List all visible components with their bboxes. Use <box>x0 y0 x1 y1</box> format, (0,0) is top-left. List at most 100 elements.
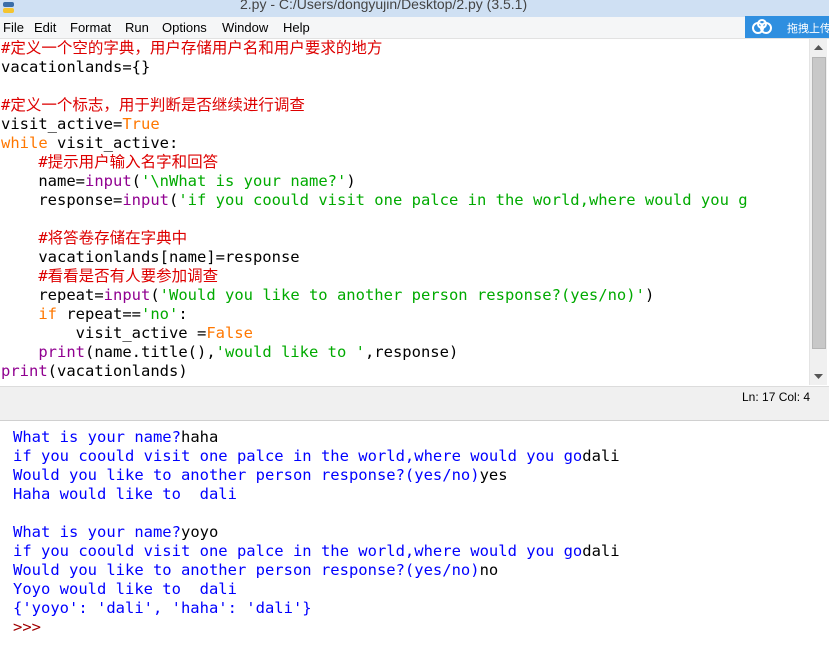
shell-token: What is your name? <box>13 428 181 446</box>
cloud-upload-widget[interactable]: 拖拽上传 <box>745 16 829 38</box>
code-token: ) <box>644 286 655 304</box>
code-line: repeat=input('Would you like to another … <box>1 286 654 305</box>
code-token: ,response) <box>364 343 459 361</box>
code-line: #提示用户输入名字和回答 <box>1 153 218 172</box>
code-token: (name.title(), <box>85 343 216 361</box>
cloud-upload-icon <box>752 19 772 34</box>
code-editor[interactable]: #定义一个空的字典，用户存储用户名和用户要求的地方 vacationlands={… <box>0 39 809 385</box>
shell-token: dali <box>582 447 620 465</box>
code-line: if repeat=='no': <box>1 305 188 324</box>
code-line: name=input('\nWhat is your name?') <box>1 172 355 191</box>
shell-token: Would you like to another person respons… <box>13 561 480 579</box>
code-token: #看看是否有人要参加调查 <box>38 267 219 285</box>
shell-token: Yoyo would like to dali <box>13 580 237 598</box>
scroll-down-icon[interactable] <box>810 368 827 385</box>
shell-line: What is your name?yoyo <box>13 523 218 542</box>
scroll-up-icon[interactable] <box>810 39 827 56</box>
code-token: '\nWhat is your name?' <box>141 172 347 190</box>
shell-output[interactable]: What is your name?haha if you coould visi… <box>0 421 829 671</box>
shell-line: >>> <box>13 618 50 637</box>
code-token: #提示用户输入名字和回答 <box>38 153 219 171</box>
code-token: input <box>122 191 169 209</box>
code-token: #将答卷存储在字典中 <box>38 229 188 247</box>
menu-format[interactable]: Format <box>70 20 111 35</box>
menu-options[interactable]: Options <box>162 20 207 35</box>
shell-token: yes <box>479 466 508 484</box>
python-icon <box>3 2 14 13</box>
code-token: False <box>206 324 253 342</box>
code-token: 'would like to ' <box>215 343 365 361</box>
cloud-upload-label: 拖拽上传 <box>787 22 829 35</box>
code-token: while <box>1 134 48 152</box>
menu-edit[interactable]: Edit <box>34 20 56 35</box>
menu-run[interactable]: Run <box>125 20 149 35</box>
code-token: if <box>38 305 57 323</box>
code-line: #定义一个标志，用于判断是否继续进行调查 <box>1 96 305 115</box>
code-line: vacationlands={} <box>1 58 150 77</box>
code-token: True <box>122 115 160 133</box>
code-token: print <box>38 343 85 361</box>
shell-token: Would you like to another person respons… <box>13 466 480 484</box>
code-token: vacationlands[name]=response <box>1 248 300 266</box>
menu-help[interactable]: Help <box>283 20 310 35</box>
cursor-position: Ln: 17 Col: 4 <box>742 390 811 404</box>
shell-token: {'yoyo': 'dali', 'haha': 'dali'} <box>13 599 312 617</box>
shell-token: if you coould visit one palce in the wor… <box>13 542 583 560</box>
code-token: 'if you coould visit one palce in the wo… <box>178 191 748 209</box>
code-token: visit_active= <box>1 115 123 133</box>
code-token: : <box>178 305 188 323</box>
code-token: input <box>85 172 132 190</box>
code-token: print <box>1 362 48 380</box>
code-token: response= <box>1 191 123 209</box>
menu-window[interactable]: Window <box>222 20 268 35</box>
code-line: visit_active =False <box>1 324 253 343</box>
code-token: name= <box>1 172 85 190</box>
code-line: #定义一个空的字典，用户存储用户名和用户要求的地方 <box>1 39 382 58</box>
shell-token: haha <box>180 428 219 446</box>
shell-line: {'yoyo': 'dali', 'haha': 'dali'} <box>13 599 312 618</box>
menu-file[interactable]: File <box>3 20 24 35</box>
code-token: repeat== <box>57 305 141 323</box>
code-token: input <box>103 286 151 304</box>
code-token: ( <box>169 191 179 209</box>
status-bar: Ln: 17 Col: 4 <box>0 386 829 407</box>
code-line: #看看是否有人要参加调查 <box>1 267 218 286</box>
shell-token: Haha would like to dali <box>13 485 237 503</box>
editor-scrollbar[interactable] <box>809 39 827 385</box>
code-token: #定义一个空的字典，用户存储用户名和用户要求的地方 <box>1 39 383 57</box>
code-token: visit_active: <box>47 134 179 152</box>
shell-token: dali <box>582 542 620 560</box>
code-token: repeat= <box>1 286 104 304</box>
window-title: 2.py - C:/Users/dongyujin/Desktop/2.py (… <box>240 0 528 12</box>
shell-token: What is your name? <box>13 523 181 541</box>
shell-token: no <box>479 561 499 579</box>
shell-line: if you coould visit one palce in the wor… <box>13 447 620 466</box>
code-line: response=input('if you coould visit one … <box>1 191 748 210</box>
code-token: visit_active = <box>1 324 207 342</box>
shell-line: Haha would like to dali <box>13 485 237 504</box>
code-token: ( <box>131 172 142 190</box>
code-token: #定义一个标志，用于判断是否继续进行调查 <box>1 96 305 114</box>
code-token: (vacationlands) <box>47 362 188 380</box>
title-bar: 2.py - C:/Users/dongyujin/Desktop/2.py (… <box>0 0 829 17</box>
code-line: while visit_active: <box>1 134 178 153</box>
code-token: ( <box>150 286 160 304</box>
shell-token: yoyo <box>180 523 219 541</box>
code-token: 'no' <box>141 305 179 323</box>
shell-line: What is your name?haha <box>13 428 218 447</box>
code-token: 'Would you like to another person respon… <box>159 286 645 304</box>
menu-bar: File Edit Format Run Options Window Help <box>0 17 829 39</box>
scrollbar-thumb[interactable] <box>812 57 826 349</box>
shell-line: Would you like to another person respons… <box>13 466 508 485</box>
shell-line: Yoyo would like to dali <box>13 580 237 599</box>
code-line: print(vacationlands) <box>1 362 188 381</box>
shell-line: if you coould visit one palce in the wor… <box>13 542 620 561</box>
shell-token: >>> <box>13 618 51 636</box>
code-line: #将答卷存储在字典中 <box>1 229 187 248</box>
code-line: print(name.title(),'would like to ',resp… <box>1 343 458 362</box>
